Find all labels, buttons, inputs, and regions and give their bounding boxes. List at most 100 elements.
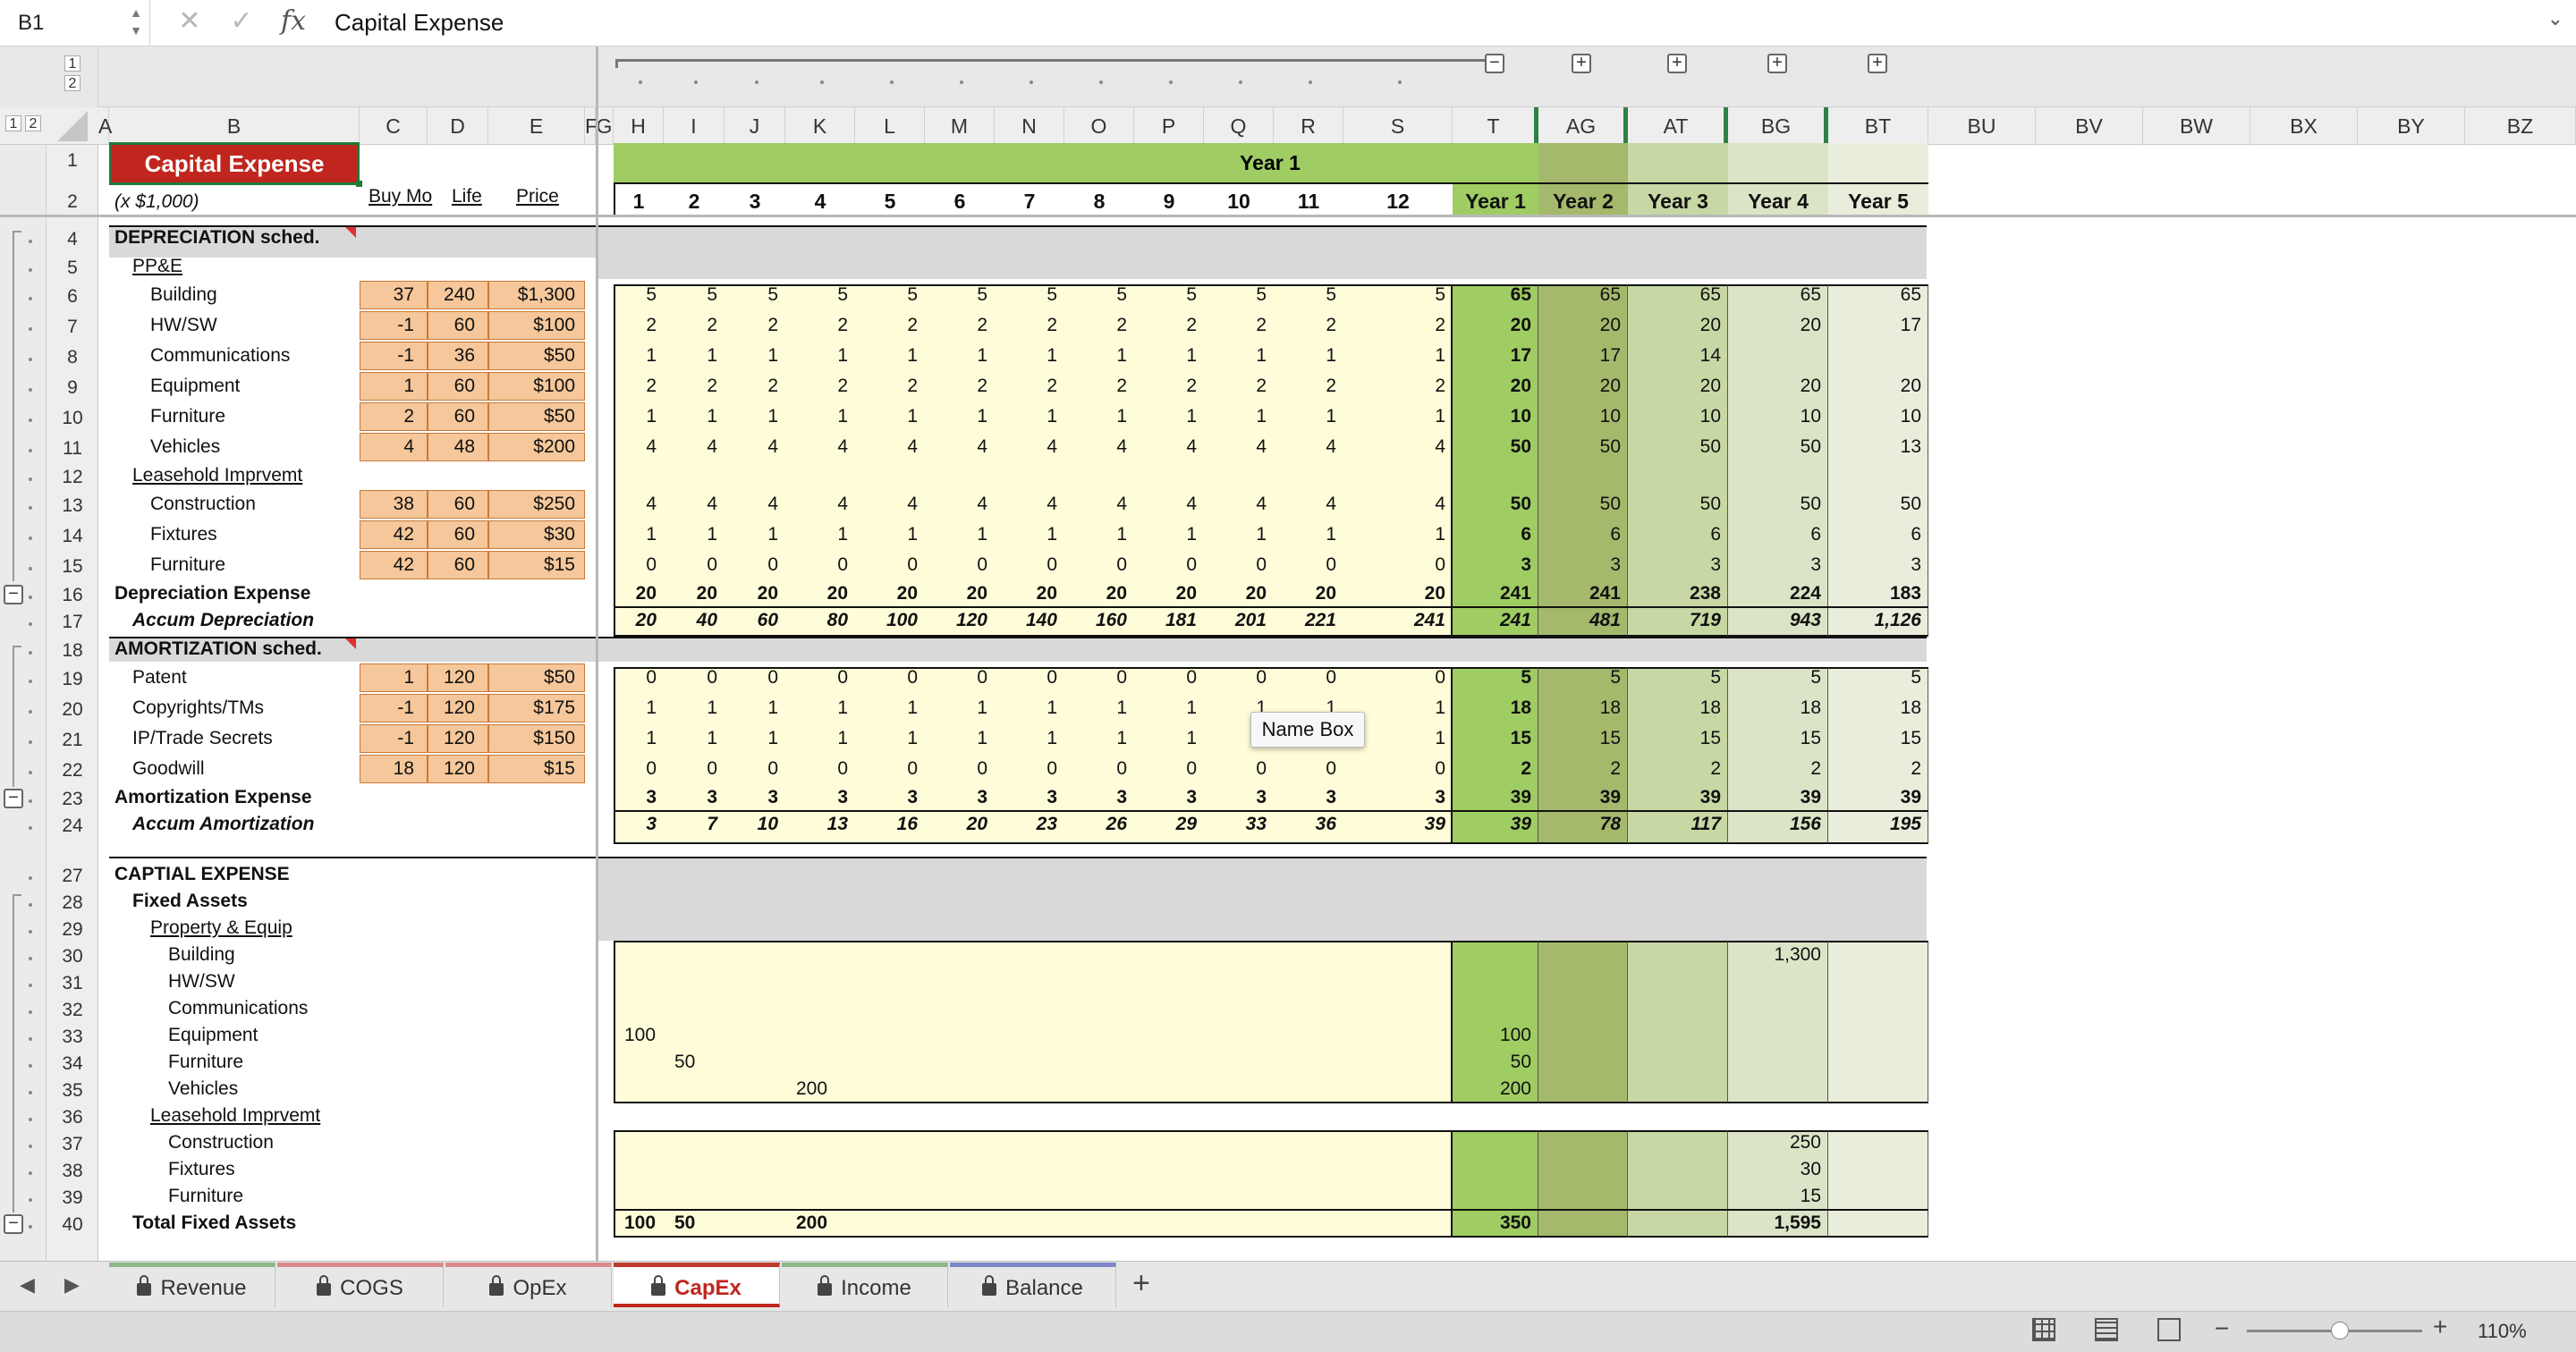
column-outline-level-2[interactable]: 2 [64,75,80,91]
select-all-corner[interactable] [57,111,88,141]
dep-total-cell[interactable]: 20 [1343,583,1445,604]
accum-amort-cell[interactable]: 20 [925,814,987,835]
dep-cell[interactable]: 1 [995,345,1057,367]
amort-cell[interactable]: 0 [1274,758,1336,780]
dep-total-cell[interactable]: 20 [855,583,918,604]
column-header-by[interactable]: BY [2358,107,2465,145]
amort-year-cell[interactable]: 2 [1453,758,1531,780]
dep-year-cell[interactable]: 50 [1538,436,1621,458]
column-header-m[interactable]: M [925,107,995,145]
accum-dep-cell[interactable]: 120 [925,610,987,631]
buy-month-input[interactable]: -1 [360,311,428,340]
capex-total-month-1[interactable]: 100 [624,1213,656,1234]
column-header-e[interactable]: E [488,107,585,145]
life-input[interactable]: 240 [428,281,488,309]
amort-year-cell[interactable]: 18 [1628,697,1721,719]
dep-total-year-cell[interactable]: 241 [1538,583,1621,604]
dep-cell[interactable]: 1 [855,345,918,367]
amort-cell[interactable]: 0 [614,667,657,689]
column-header-bw[interactable]: BW [2143,107,2250,145]
dep-cell[interactable]: 2 [1064,376,1127,397]
dep-cell[interactable]: 0 [1134,554,1197,576]
price-input[interactable]: $175 [488,694,585,722]
amort-cell[interactable]: 0 [855,667,918,689]
amort-total-cell[interactable]: 3 [995,787,1057,808]
dep-year-cell[interactable]: 50 [1828,494,1921,515]
dep-cell[interactable]: 5 [785,284,848,306]
accum-dep-cell[interactable]: 20 [614,610,657,631]
column-header-q[interactable]: Q [1204,107,1274,145]
amort-total-cell[interactable]: 3 [1134,787,1197,808]
collapse-group-button[interactable]: − [1485,54,1504,73]
name-box-stepper-icon[interactable]: ▲ ▼ [125,4,147,43]
amort-cell[interactable]: 0 [925,667,987,689]
dep-cell[interactable]: 2 [724,315,778,336]
accum-amort-cell[interactable]: 23 [995,814,1057,835]
capex-year-4[interactable]: 250 [1728,1132,1821,1153]
dep-cell[interactable]: 5 [855,284,918,306]
dep-year-cell[interactable]: 13 [1828,436,1921,458]
zoom-out-icon[interactable]: − [2215,1314,2229,1343]
dep-cell[interactable]: 0 [925,554,987,576]
dep-cell[interactable]: 4 [995,494,1057,515]
dep-cell[interactable]: 5 [1204,284,1267,306]
row-header-36[interactable]: 36 [47,1107,98,1134]
dep-cell[interactable]: 1 [1274,345,1336,367]
column-header-k[interactable]: K [785,107,855,145]
dep-cell[interactable]: 2 [785,315,848,336]
amort-cell[interactable]: 1 [995,697,1057,719]
dep-year-cell[interactable]: 50 [1453,436,1531,458]
row-header-19[interactable]: 19 [47,669,98,696]
dep-cell[interactable]: 4 [1274,436,1336,458]
dep-cell[interactable]: 2 [1343,376,1445,397]
capex-year-4[interactable]: 30 [1728,1159,1821,1180]
column-header-r[interactable]: R [1274,107,1343,145]
add-sheet-button[interactable]: + [1132,1266,1150,1301]
row-header-10[interactable]: 10 [47,408,98,435]
dep-cell[interactable]: 4 [664,436,717,458]
accum-amort-cell[interactable]: 39 [1343,814,1445,835]
dep-year-cell[interactable]: 50 [1728,436,1821,458]
dep-year-cell[interactable]: 17 [1453,345,1531,367]
dep-cell[interactable]: 1 [995,406,1057,427]
dep-cell[interactable]: 0 [995,554,1057,576]
amort-cell[interactable]: 0 [1064,667,1127,689]
column-header-b[interactable]: B [109,107,360,145]
dep-total-cell[interactable]: 20 [1204,583,1267,604]
amort-year-cell[interactable]: 5 [1453,667,1531,689]
dep-year-cell[interactable]: 3 [1538,554,1621,576]
dep-year-cell[interactable]: 50 [1628,494,1721,515]
amort-cell[interactable]: 1 [1064,728,1127,749]
dep-cell[interactable]: 2 [664,315,717,336]
dep-cell[interactable]: 2 [1064,315,1127,336]
row-header-7[interactable]: 7 [47,317,98,343]
price-input[interactable]: $1,300 [488,281,585,309]
amort-year-cell[interactable]: 15 [1728,728,1821,749]
dep-cell[interactable]: 5 [1274,284,1336,306]
normal-view-icon[interactable] [2032,1318,2055,1341]
dep-cell[interactable]: 0 [1204,554,1267,576]
page-layout-icon[interactable] [2095,1318,2118,1341]
buy-month-input[interactable]: -1 [360,342,428,370]
dep-year-cell[interactable]: 3 [1453,554,1531,576]
accum-amort-cell[interactable]: 13 [785,814,848,835]
dep-cell[interactable]: 1 [724,524,778,545]
accum-amort-cell[interactable]: 26 [1064,814,1127,835]
dep-cell[interactable]: 2 [1204,376,1267,397]
dep-cell[interactable]: 1 [925,406,987,427]
dep-year-cell[interactable]: 20 [1628,315,1721,336]
amort-cell[interactable]: 0 [724,758,778,780]
amort-cell[interactable]: 0 [1134,667,1197,689]
column-header-t[interactable]: T [1453,107,1538,145]
amort-total-cell[interactable]: 3 [1274,787,1336,808]
row-header-6[interactable]: 6 [47,286,98,313]
dep-cell[interactable]: 1 [785,524,848,545]
accum-amort-cell[interactable]: 3 [614,814,657,835]
row-header-18[interactable]: 18 [47,640,98,667]
dep-cell[interactable]: 1 [1274,524,1336,545]
capex-year-1[interactable]: 50 [1453,1052,1531,1073]
expand-group-button[interactable]: + [1572,54,1591,73]
amort-year-cell[interactable]: 5 [1728,667,1821,689]
dep-cell[interactable]: 1 [1204,406,1267,427]
x-icon[interactable]: ✕ [170,5,209,41]
